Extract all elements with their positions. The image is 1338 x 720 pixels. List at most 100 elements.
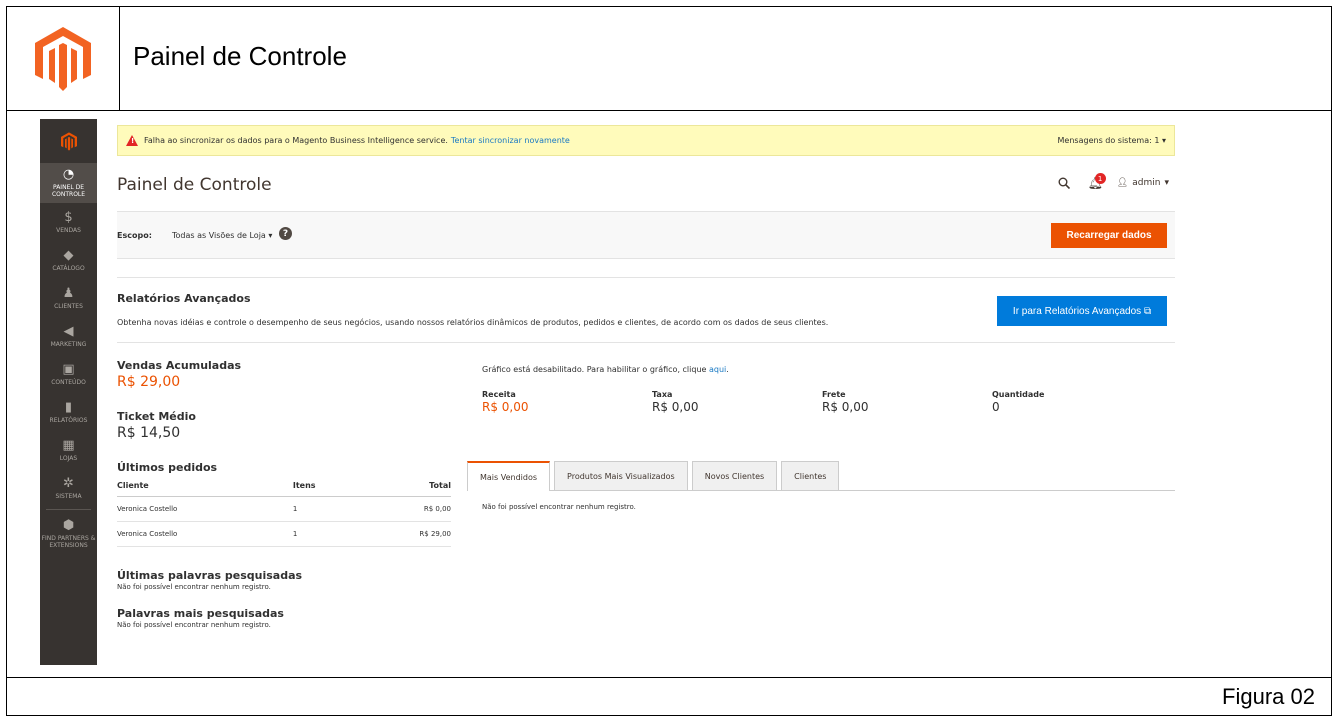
right-column: Gráfico está desabilitado. Para habilita… — [482, 365, 1175, 414]
header-actions: 🔔︎ 1 👤︎ admin ▾ — [1058, 173, 1169, 190]
sidebar-item-label: RELATÓRIOS — [49, 416, 88, 424]
main-content: Falha ao sincronizar os dados para o Mag… — [117, 119, 1175, 665]
total-quantity: Quantidade 0 — [992, 390, 1162, 414]
sidebar-item-sales[interactable]: $ VENDAS — [40, 203, 97, 241]
total-shipping: Frete R$ 0,00 — [822, 390, 992, 414]
cube-icon: ⬢ — [62, 518, 75, 533]
sidebar-item-reports[interactable]: ▮ RELATÓRIOS — [40, 393, 97, 431]
sidebar-item-partners[interactable]: ⬢ FIND PARTNERS & EXTENSIONS — [40, 512, 97, 556]
go-advanced-reports-button[interactable]: Ir para Relatórios Avançados ⧉ — [997, 296, 1167, 326]
notification-badge: 1 — [1094, 173, 1106, 184]
order-items: 1 — [292, 496, 359, 522]
top-searches-title: Palavras mais pesquisadas — [117, 607, 284, 620]
chart-disabled-text: Gráfico está desabilitado. Para habilita… — [482, 365, 707, 374]
help-icon[interactable]: ? — [279, 227, 292, 240]
user-name: admin — [1132, 178, 1161, 188]
tab-most-viewed[interactable]: Produtos Mais Visualizados — [554, 461, 688, 490]
user-menu[interactable]: 👤︎ admin ▾ — [1117, 178, 1169, 188]
sidebar-item-marketing[interactable]: ◀ MARKETING — [40, 317, 97, 355]
advanced-reports-text: Obtenha novas idéias e controle o desemp… — [117, 318, 829, 327]
sidebar-logo[interactable] — [40, 119, 97, 163]
magento-mini-logo-icon — [60, 131, 77, 151]
order-customer: Veronica Costello — [117, 496, 293, 522]
system-messages-label: Mensagens do sistema: 1 — [1057, 136, 1160, 145]
button-label: Ir para Relatórios Avançados — [1012, 305, 1142, 317]
tab-new-customers[interactable]: Novos Clientes — [691, 461, 778, 490]
reload-data-button[interactable]: Recarregar dados — [1051, 223, 1167, 248]
last-searches-empty: Não foi possível encontrar nenhum regist… — [117, 583, 271, 591]
dashboard-tabs: Mais Vendidos Produtos Mais Visualizados… — [467, 461, 1175, 491]
last-searches-title: Últimas palavras pesquisadas — [117, 569, 303, 582]
order-total: R$ 0,00 — [358, 496, 451, 522]
person-icon: ♟ — [62, 285, 75, 301]
resync-link[interactable]: Tentar sincronizar novamente — [451, 136, 570, 145]
tab-bestsellers[interactable]: Mais Vendidos — [467, 461, 551, 491]
sidebar-divider — [46, 509, 91, 510]
scope-switcher[interactable]: Todas as Visões de Loja ▾ — [172, 231, 272, 240]
chevron-down-icon: ▾ — [268, 231, 273, 240]
lifetime-sales-label: Vendas Acumuladas — [117, 359, 242, 372]
shipping-label: Frete — [822, 390, 846, 399]
table-header-row: Cliente Itens Total — [117, 478, 451, 497]
sidebar-item-dashboard[interactable]: ◔ PAINEL DE CONTROLE — [40, 163, 97, 203]
sidebar-item-label: CONTEÚDO — [51, 378, 86, 386]
gear-icon: ✲ — [63, 475, 74, 491]
system-messages-toggle[interactable]: Mensagens do sistema: 1 ▾ — [1058, 136, 1166, 145]
table-row[interactable]: Veronica Costello 1 R$ 0,00 — [117, 496, 451, 522]
last-orders-title: Últimos pedidos — [117, 461, 218, 474]
left-column: Vendas Acumuladas R$ 29,00 Ticket Médio … — [117, 359, 462, 629]
layout-icon: ▣ — [62, 361, 75, 377]
order-total: R$ 29,00 — [358, 521, 451, 547]
page-title: Painel de Controle — [117, 175, 272, 195]
sidebar-item-customers[interactable]: ♟ CLIENTES — [40, 279, 97, 317]
order-customer: Veronica Costello — [117, 521, 293, 547]
average-order-value: R$ 14,50 — [117, 425, 181, 441]
magento-logo — [7, 7, 120, 111]
notifications-button[interactable]: 🔔︎ 1 — [1088, 173, 1106, 190]
table-row[interactable]: Veronica Costello 1 R$ 29,00 — [117, 521, 451, 547]
column-total: Total — [358, 478, 451, 497]
gauge-icon: ◔ — [62, 167, 75, 182]
admin-screenshot: ◔ PAINEL DE CONTROLE $ VENDAS ◆ CATÁLOGO… — [40, 119, 1180, 665]
sidebar-item-label: LOJAS — [59, 454, 78, 462]
enable-chart-link[interactable]: aqui — [709, 365, 726, 374]
chevron-down-icon: ▾ — [1161, 136, 1166, 145]
average-order-label: Ticket Médio — [117, 410, 196, 423]
alert-message: Falha ao sincronizar os dados para o Mag… — [144, 136, 448, 145]
chart-disabled-notice: Gráfico está desabilitado. Para habilita… — [482, 365, 1175, 374]
total-tax: Taxa R$ 0,00 — [652, 390, 822, 414]
sidebar-item-content[interactable]: ▣ CONTEÚDO — [40, 355, 97, 393]
megaphone-icon: ◀ — [63, 323, 74, 339]
figure-caption: Figura 02 — [1222, 684, 1315, 709]
sidebar-item-stores[interactable]: ▦ LOJAS — [40, 431, 97, 469]
sidebar-item-catalog[interactable]: ◆ CATÁLOGO — [40, 241, 97, 279]
advanced-reports-title: Relatórios Avançados — [117, 292, 251, 305]
advanced-reports-section: Relatórios Avançados Obtenha novas idéia… — [117, 277, 1175, 343]
admin-sidebar: ◔ PAINEL DE CONTROLE $ VENDAS ◆ CATÁLOGO… — [40, 119, 97, 665]
sidebar-item-label: PAINEL DE CONTROLE — [51, 184, 86, 198]
sidebar-item-label: VENDAS — [56, 226, 81, 234]
sidebar-item-label: MARKETING — [50, 340, 87, 348]
document-title: Painel de Controle — [133, 41, 347, 71]
last-orders-table: Cliente Itens Total Veronica Costello 1 … — [117, 478, 451, 547]
sidebar-item-system[interactable]: ✲ SISTEMA — [40, 469, 97, 507]
document-footer: Figura 02 — [7, 677, 1331, 715]
dollar-icon: $ — [64, 209, 73, 225]
search-icon[interactable] — [1058, 177, 1070, 189]
warning-icon — [126, 135, 138, 146]
quantity-label: Quantidade — [992, 390, 1045, 399]
order-items: 1 — [292, 521, 359, 547]
tab-customers[interactable]: Clientes — [781, 461, 840, 490]
store-icon: ▦ — [62, 437, 75, 453]
sidebar-item-label: FIND PARTNERS & EXTENSIONS — [41, 535, 96, 549]
scope-value: Todas as Visões de Loja — [172, 231, 266, 240]
chart-disabled-dot: . — [726, 365, 729, 374]
tax-value: R$ 0,00 — [652, 400, 699, 414]
system-alert: Falha ao sincronizar os dados para o Mag… — [117, 125, 1175, 156]
column-customer: Cliente — [117, 478, 293, 497]
lifetime-sales-value: R$ 29,00 — [117, 374, 181, 390]
totals-row: Receita R$ 0,00 Taxa R$ 0,00 Frete R$ 0,… — [482, 390, 1175, 414]
sidebar-item-label: CATÁLOGO — [52, 264, 85, 272]
scope-label: Escopo: — [117, 231, 152, 240]
revenue-label: Receita — [482, 390, 516, 399]
